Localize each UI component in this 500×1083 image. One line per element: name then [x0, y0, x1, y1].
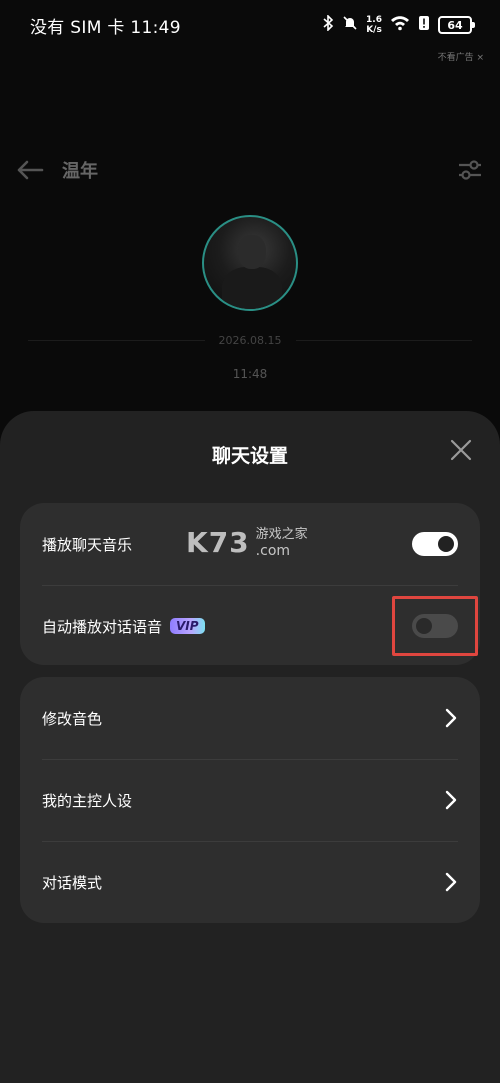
status-bar: 没有 SIM 卡 11:49 1.6 K/s 64 [0, 0, 500, 50]
skip-ad-link[interactable]: 不看广告 × [438, 50, 484, 63]
chat-title: 温年 [62, 161, 98, 182]
chat-date: 2026.08.15 [218, 333, 282, 347]
watermark-cn: 游戏之家 [255, 526, 308, 542]
chevron-right-icon [444, 872, 458, 892]
chevron-right-icon [444, 790, 458, 810]
setting-row-dialog-mode[interactable]: 对话模式 [20, 841, 480, 923]
carrier-time: 没有 SIM 卡 11:49 [30, 17, 181, 38]
link-settings-card: 修改音色 我的主控人设 对话模式 [20, 677, 480, 923]
bell-muted-icon [342, 15, 358, 35]
chat-settings-sheet: 聊天设置 播放聊天音乐 自动播放对话语音 VIP 修改音色 我的主控人设 对话模… [0, 411, 500, 1083]
chat-music-toggle[interactable] [412, 532, 458, 556]
setting-label: 播放聊天音乐 [42, 535, 133, 554]
watermark-brand: K73 [186, 526, 250, 559]
sliders-icon[interactable] [456, 156, 484, 184]
date-divider: 2026.08.15 [28, 330, 472, 350]
watermark-logo: K73 游戏之家 .com [186, 526, 308, 559]
status-icons: 1.6 K/s 64 [322, 14, 475, 35]
setting-row-voice-tone[interactable]: 修改音色 [20, 677, 480, 759]
chevron-right-icon [444, 708, 458, 728]
setting-label: 修改音色 [42, 709, 103, 728]
bluetooth-icon [322, 14, 334, 35]
setting-label: 我的主控人设 [42, 791, 133, 810]
avatar[interactable] [202, 215, 298, 311]
close-icon[interactable] [448, 437, 474, 463]
battery-icon: 64 [438, 16, 475, 34]
setting-label: 自动播放对话语音 [42, 617, 163, 636]
watermark-en: .com [255, 542, 291, 559]
alert-icon [418, 15, 430, 35]
back-arrow-icon[interactable] [16, 155, 46, 185]
sheet-title: 聊天设置 [211, 445, 288, 467]
setting-row-persona[interactable]: 我的主控人设 [20, 759, 480, 841]
highlight-annotation [392, 596, 478, 656]
vip-badge: VIP [170, 618, 205, 634]
setting-label: 对话模式 [42, 873, 103, 892]
chat-time: 11:48 [232, 367, 268, 381]
network-speed: 1.6 K/s [366, 15, 382, 35]
wifi-icon [390, 15, 410, 35]
chat-header: 温年 [0, 150, 500, 190]
